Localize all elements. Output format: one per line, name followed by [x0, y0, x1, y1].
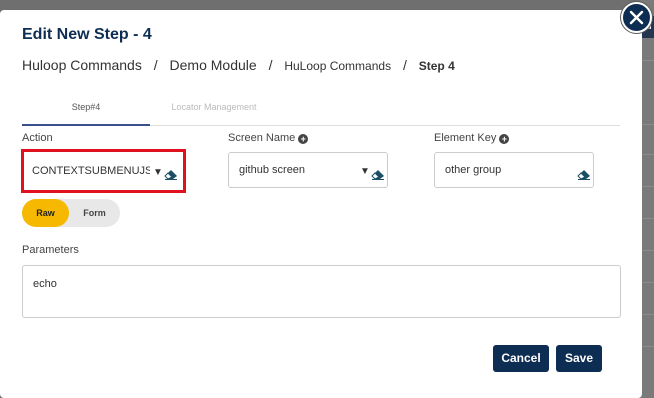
backdrop-divider	[640, 282, 654, 283]
caret-down-icon[interactable]: ▼	[360, 166, 370, 177]
dialog-title: Edit New Step - 4	[22, 26, 152, 43]
save-button[interactable]: Save	[556, 345, 602, 372]
breadcrumb-current: Step 4	[418, 59, 455, 73]
backdrop-divider	[640, 250, 654, 251]
tab-locator-management[interactable]: Locator Management	[150, 96, 278, 126]
parameters-textarea[interactable]: echo	[22, 265, 621, 318]
backdrop-divider	[640, 186, 654, 187]
edit-step-dialog: Edit New Step - 4 Huloop Commands / Demo…	[0, 10, 642, 398]
close-icon	[629, 10, 644, 25]
screen-name-label: Screen Name +	[228, 132, 309, 144]
element-key-value: other group	[445, 164, 502, 176]
element-key-label: Element Key +	[434, 132, 510, 144]
screen-name-value: github screen	[239, 164, 306, 176]
backdrop-divider	[640, 314, 654, 315]
backdrop-divider	[640, 60, 654, 61]
action-highlight-box	[21, 149, 186, 193]
raw-form-toggle: Raw Form	[22, 199, 120, 227]
backdrop-divider	[640, 218, 654, 219]
breadcrumb-item[interactable]: Huloop Commands	[22, 57, 142, 73]
eraser-icon[interactable]	[371, 169, 385, 180]
tab-step[interactable]: Step#4	[22, 96, 150, 126]
parameters-label: Parameters	[22, 244, 79, 256]
eraser-icon[interactable]	[577, 169, 591, 180]
backdrop-divider	[640, 346, 654, 347]
breadcrumb-separator: /	[402, 57, 407, 73]
breadcrumb: Huloop Commands / Demo Module / HuLoop C…	[22, 57, 455, 73]
plus-circle-icon[interactable]: +	[499, 134, 510, 144]
cancel-button[interactable]: Cancel	[493, 345, 549, 372]
toggle-raw-option[interactable]: Raw	[22, 199, 69, 227]
toggle-form-option[interactable]: Form	[69, 199, 120, 227]
tab-bar: Step#4 Locator Management	[22, 96, 620, 126]
plus-circle-icon[interactable]: +	[298, 134, 309, 144]
close-button[interactable]	[621, 2, 652, 33]
screen-name-select[interactable]: github screen ▼	[228, 152, 388, 188]
breadcrumb-separator: /	[153, 57, 158, 73]
backdrop-divider	[640, 124, 654, 125]
element-key-input[interactable]: other group	[434, 152, 594, 188]
breadcrumb-separator: /	[268, 57, 273, 73]
action-label: Action	[22, 132, 53, 144]
parameters-value: echo	[33, 278, 57, 290]
breadcrumb-item[interactable]: HuLoop Commands	[284, 59, 391, 73]
breadcrumb-item[interactable]: Demo Module	[170, 57, 257, 73]
backdrop-divider	[640, 154, 654, 155]
